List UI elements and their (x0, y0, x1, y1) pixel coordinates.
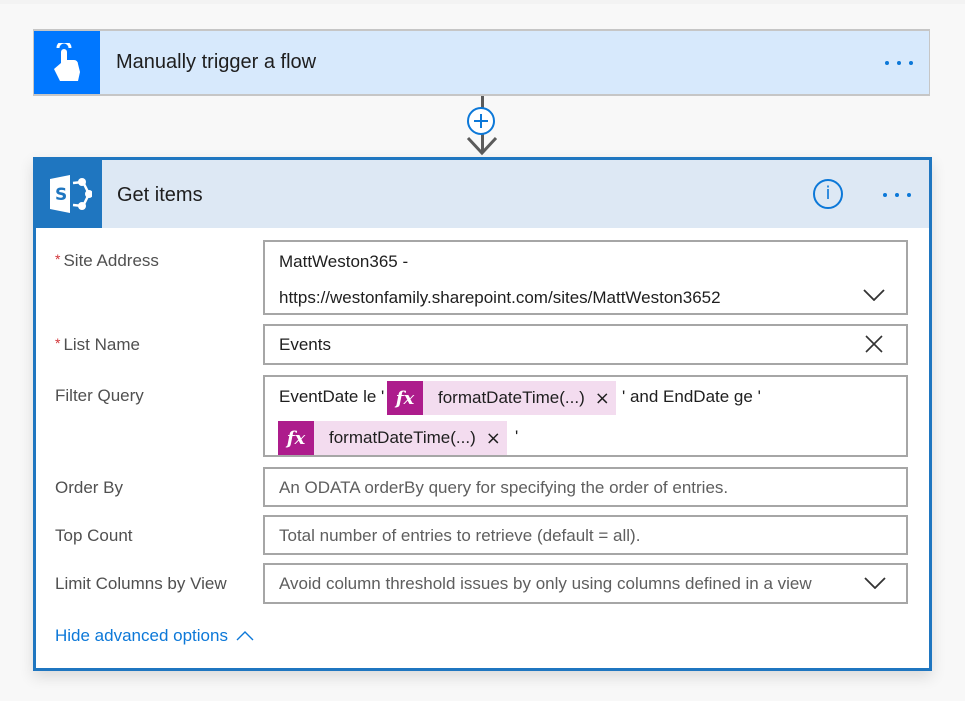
order-by-placeholder: An ODATA orderBy query for specifying th… (279, 478, 729, 497)
sharepoint-icon-box: S (36, 160, 102, 228)
plus-icon (474, 114, 488, 128)
site-address-label-text: Site Address (63, 251, 159, 270)
order-by-input[interactable]: An ODATA orderBy query for specifying th… (263, 467, 908, 507)
more-dot-icon (907, 193, 911, 197)
list-name-value: Events (279, 335, 331, 354)
sharepoint-icon: S (50, 175, 92, 213)
expression-token[interactable]: fx formatDateTime(...) × (387, 381, 616, 415)
fx-icon: fx (387, 381, 423, 415)
site-address-chevron-button[interactable] (842, 277, 906, 313)
info-icon: i (825, 183, 831, 204)
get-items-card: S Get items i * Site Address MattWeston36… (33, 157, 932, 671)
token-label: formatDateTime(...) (329, 428, 476, 447)
filter-query-input[interactable]: EventDate le ' fx formatDateTime(...) × … (263, 375, 908, 457)
touch-hand-icon (54, 42, 80, 81)
token-remove-icon[interactable]: × (486, 428, 501, 449)
filter-query-label: Filter Query (55, 386, 144, 405)
list-name-label-text: List Name (63, 335, 140, 354)
chevron-up-icon (236, 631, 254, 641)
list-name-input[interactable]: Events (263, 324, 908, 365)
site-address-value-line2: https://westonfamily.sharepoint.com/site… (279, 288, 721, 307)
top-count-placeholder: Total number of entries to retrieve (def… (279, 526, 641, 545)
top-strip (0, 0, 965, 4)
close-icon (865, 335, 883, 353)
more-dot-icon (885, 61, 889, 65)
list-name-clear-button[interactable] (842, 326, 906, 362)
filter-text-before: EventDate le ' (279, 387, 385, 406)
top-count-input[interactable]: Total number of entries to retrieve (def… (263, 515, 908, 555)
token-label: formatDateTime(...) (438, 388, 585, 407)
limit-columns-chevron-button[interactable] (844, 565, 906, 601)
svg-text:S: S (55, 185, 67, 205)
required-marker: * (55, 251, 61, 267)
site-address-dropdown[interactable]: MattWeston365 - https://westonfamily.sha… (263, 240, 908, 315)
chevron-down-icon (864, 577, 886, 589)
insert-step-button[interactable] (467, 107, 495, 135)
order-by-label: Order By (55, 478, 124, 497)
trigger-card[interactable]: Manually trigger a flow (33, 29, 930, 96)
hide-advanced-options-link[interactable]: Hide advanced options (55, 626, 254, 646)
filter-text-after: ' (515, 427, 519, 446)
info-button[interactable]: i (813, 179, 843, 209)
more-dot-icon (883, 193, 887, 197)
limit-columns-placeholder: Avoid column threshold issues by only us… (279, 574, 812, 593)
site-address-value-line1: MattWeston365 - (279, 252, 409, 271)
filter-text-middle: ' and EndDate ge ' (622, 387, 761, 406)
token-remove-icon[interactable]: × (595, 388, 610, 409)
chevron-down-icon (863, 289, 885, 301)
action-more-button[interactable] (883, 193, 911, 197)
arrow-down-icon (466, 136, 498, 156)
site-address-label: * Site Address (55, 251, 159, 271)
limit-columns-dropdown[interactable]: Avoid column threshold issues by only us… (263, 563, 908, 604)
more-dot-icon (895, 193, 899, 197)
action-title: Get items (117, 184, 203, 206)
more-dot-icon (897, 61, 901, 65)
required-marker: * (55, 335, 61, 351)
expression-token[interactable]: fx formatDateTime(...) × (278, 421, 507, 455)
more-dot-icon (909, 61, 913, 65)
list-name-label: * List Name (55, 335, 140, 355)
hide-advanced-options-label: Hide advanced options (55, 626, 228, 645)
limit-columns-label: Limit Columns by View (55, 574, 227, 593)
fx-icon: fx (278, 421, 314, 455)
trigger-title: Manually trigger a flow (116, 51, 317, 73)
top-count-label: Top Count (55, 526, 133, 545)
trigger-more-button[interactable] (885, 61, 913, 65)
card-header[interactable]: S Get items i (36, 160, 929, 228)
trigger-icon-box (34, 31, 100, 94)
